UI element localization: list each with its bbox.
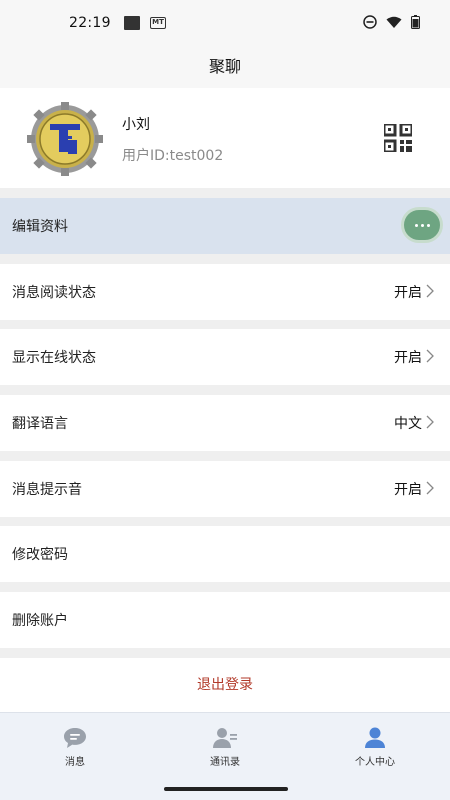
menu-label: 消息阅读状态 [12,285,96,301]
menu-label: 编辑资料 [12,219,68,235]
menu-label: 显示在线状态 [12,350,96,366]
menu-value: 开启 [394,482,422,498]
profile-card[interactable]: 小刘 用户ID:test002 [0,88,450,188]
chevron-right-icon [426,415,434,429]
tab-contacts[interactable]: 通讯录 [175,727,275,768]
person-icon [365,727,385,748]
menu-value: 开启 [394,285,422,301]
chevron-right-icon [426,284,434,298]
menu-row-read-status[interactable]: 消息阅读状态 开启 [0,264,450,320]
menu-row-change-password[interactable]: 修改密码 [0,526,450,582]
menu-row-online-status[interactable]: 显示在线状态 开启 [0,329,450,385]
chevron-right-icon [426,481,434,495]
status-bar: 22:19 MT [0,0,450,46]
status-time: 22:19 [69,15,111,31]
chevron-right-icon [426,349,434,363]
menu-label: 删除账户 [12,613,68,629]
tab-profile[interactable]: 个人中心 [325,727,425,768]
page-title: 聚聊 [0,46,450,88]
tab-label: 通讯录 [210,757,240,768]
menu-row-translate-language[interactable]: 翻译语言 中文 [0,395,450,451]
do-not-disturb-icon [363,15,377,29]
qr-code-icon[interactable] [384,124,412,152]
tab-label: 个人中心 [355,757,395,768]
logout-button[interactable]: 退出登录 [0,658,450,712]
dot-icon [414,223,418,227]
dot-icon [420,223,424,227]
chat-icon [64,728,86,748]
tab-messages[interactable]: 消息 [25,727,125,768]
status-icons [363,15,420,29]
profile-name: 小刘 [122,117,150,133]
contacts-icon [213,728,237,748]
menu-label: 翻译语言 [12,416,68,432]
wifi-icon [386,16,402,28]
tab-label: 消息 [65,757,85,768]
menu-label: 消息提示音 [12,482,82,498]
menu-row-message-sound[interactable]: 消息提示音 开启 [0,461,450,517]
menu-row-delete-account[interactable]: 删除账户 [0,592,450,648]
profile-user-id: 用户ID:test002 [122,148,224,164]
dot-icon [426,223,430,227]
home-indicator[interactable] [164,787,288,791]
menu-value: 开启 [394,350,422,366]
more-options-button[interactable] [401,207,443,243]
notification-square-icon [124,16,140,30]
menu-label: 修改密码 [12,547,68,563]
menu-row-edit-profile[interactable]: 编辑资料 [0,198,450,254]
avatar[interactable] [22,102,108,176]
battery-icon [411,15,420,29]
menu-value: 中文 [394,416,422,432]
mt-app-icon: MT [150,17,166,29]
